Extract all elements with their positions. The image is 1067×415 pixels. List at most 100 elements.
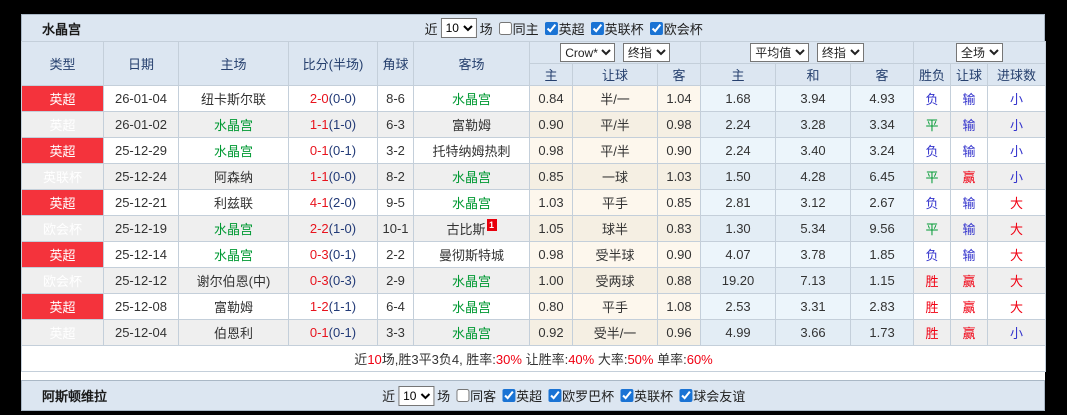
summary-segment: 30%: [495, 352, 522, 367]
eu-draw-odds: 5.34: [775, 215, 852, 242]
ah-handicap-line: 平/半: [572, 111, 658, 138]
away-team-name: 曼彻斯特城: [413, 241, 530, 268]
ah-away-odds: 0.90: [656, 137, 702, 164]
home-team-name: 利兹联: [178, 189, 289, 216]
match-date: 25-12-19: [103, 215, 179, 242]
halftime-score: (0-1): [328, 143, 357, 158]
match-score: 0-3(0-1): [288, 241, 378, 268]
league-filter-checkbox[interactable]: [679, 389, 693, 402]
same-venue-checkbox[interactable]: [456, 389, 470, 402]
result-handicap: 输: [950, 189, 989, 216]
match-score: 1-2(1-1): [288, 293, 378, 320]
matches-label: 场: [437, 389, 451, 404]
ah-home-odds: 0.90: [529, 111, 573, 138]
league-filter-checkbox[interactable]: [544, 21, 558, 35]
table-row: 欧会杯 25-12-12 谢尔伯恩(中) 0-3(0-3) 2-9 水晶宫 1.00 受两球 0…: [21, 267, 1047, 294]
result-handicap: 输: [950, 137, 989, 164]
fulltime-score: 2-0: [309, 91, 329, 106]
away-team-name: 水晶宫: [413, 319, 530, 346]
result-wdl: 平: [913, 163, 952, 190]
home-team-name: 水晶宫: [178, 137, 289, 164]
ah-handicap-line: 球半: [572, 215, 658, 242]
match-date: 25-12-12: [103, 267, 179, 294]
result-handicap: 输: [950, 215, 989, 242]
match-type-badge: 英超: [21, 137, 104, 164]
corners-score: 8-6: [377, 85, 414, 112]
league-filter-label: 球会友谊: [693, 389, 746, 404]
result-handicap: 输: [950, 111, 989, 138]
ah-away-odds: 0.83: [656, 215, 702, 242]
ah-handicap-line: 半/一: [572, 85, 658, 112]
match-date: 25-12-21: [103, 189, 179, 216]
summary-segment: 大率:: [594, 352, 628, 367]
col-header-date: 日期: [103, 41, 179, 86]
league-filter-checkbox[interactable]: [620, 389, 634, 402]
ah-home-odds: 1.05: [529, 215, 573, 242]
table-row: 英联杯 25-12-24 阿森纳 1-1(0-0) 8-2 水晶宫 0.85 一球 1.03 1.…: [21, 163, 1047, 190]
eu-home-odds: 19.20: [700, 267, 777, 294]
matches-count-select[interactable]: 10: [440, 18, 477, 38]
ah-home-odds: 1.03: [529, 189, 573, 216]
result-handicap: 赢: [950, 293, 989, 320]
match-score: 1-1(0-0): [288, 163, 378, 190]
match-type-badge: 欧会杯: [21, 267, 104, 294]
halftime-score: (1-0): [328, 221, 357, 236]
away-team-name: 水晶宫: [413, 163, 530, 190]
away-team-label: 曼彻斯特城: [438, 248, 504, 263]
result-goals: 大: [987, 189, 1047, 216]
eu-draw-odds: 3.40: [775, 137, 852, 164]
corners-score: 2-9: [377, 267, 414, 294]
eu-away-odds: 1.73: [850, 319, 915, 346]
league-filter-label: 英联杯: [634, 389, 674, 404]
match-date: 25-12-29: [103, 137, 179, 164]
away-team-title: 阿斯顿维拉: [42, 389, 108, 404]
scope-select[interactable]: 全场: [956, 43, 1004, 62]
euro-source-select[interactable]: 平均值: [750, 43, 810, 62]
eu-home-odds: 1.50: [700, 163, 777, 190]
away-team-name: 富勒姆: [413, 111, 530, 138]
result-handicap: 输: [950, 85, 989, 112]
ah-away-odds: 1.08: [656, 293, 702, 320]
col-header-goals: 进球数: [987, 63, 1047, 86]
eu-away-odds: 9.56: [850, 215, 915, 242]
eu-home-odds: 2.53: [700, 293, 777, 320]
eu-draw-odds: 7.13: [775, 267, 852, 294]
handicap-stage-select[interactable]: 终指: [622, 43, 670, 62]
eu-away-odds: 4.93: [850, 85, 915, 112]
league-filter-checkbox[interactable]: [590, 21, 604, 35]
home-team-name: 阿森纳: [178, 163, 289, 190]
col-header-away: 客场: [413, 41, 530, 86]
result-wdl: 平: [913, 111, 952, 138]
match-type-badge: 英超: [21, 319, 104, 346]
fulltime-score: 0-3: [309, 273, 329, 288]
league-filter-checkbox[interactable]: [548, 389, 562, 402]
match-date: 25-12-04: [103, 319, 179, 346]
team-stats-panel: 水晶宫 近 10 场同主 英超 英联杯 欧会杯 类型 日期 主场 比分(半场) 角球 客场…: [20, 14, 1047, 411]
away-team-name: 托特纳姆热刺: [413, 137, 530, 164]
result-handicap: 赢: [950, 267, 989, 294]
ah-home-odds: 0.84: [529, 85, 573, 112]
away-team-name: 水晶宫: [413, 267, 530, 294]
odds-company-select[interactable]: Crow*: [560, 43, 616, 62]
corners-score: 8-2: [377, 163, 414, 190]
matches-count-select[interactable]: 10: [398, 385, 435, 406]
eu-draw-odds: 3.28: [775, 111, 852, 138]
col-header-home: 主场: [178, 41, 289, 86]
col-header-result: 胜负: [913, 63, 952, 86]
away-team-name: 古比斯 1: [413, 215, 530, 242]
ah-away-odds: 0.90: [656, 241, 702, 268]
eu-home-odds: 2.24: [700, 111, 777, 138]
away-team-name: 水晶宫: [413, 293, 530, 320]
league-filter-checkbox[interactable]: [649, 21, 663, 35]
summary-row: 近10场,胜3平3负4, 胜率:30% 让胜率:40% 大率:50% 单率:60…: [20, 345, 1047, 372]
result-wdl: 负: [913, 85, 952, 112]
match-score: 0-1(0-1): [288, 137, 378, 164]
same-venue-checkbox[interactable]: [498, 21, 512, 35]
euro-stage-select[interactable]: 终指: [816, 43, 864, 62]
away-team-label: 富勒姆: [451, 118, 491, 133]
corners-score: 6-3: [377, 111, 414, 138]
league-filter-checkbox[interactable]: [502, 389, 516, 402]
table-row: 英超 25-12-21 利兹联 4-1(2-0) 9-5 水晶宫 1.03 平手 0.85 2.8…: [21, 189, 1047, 216]
col-header-type: 类型: [21, 41, 104, 86]
ah-handicap-line: 平手: [572, 293, 658, 320]
